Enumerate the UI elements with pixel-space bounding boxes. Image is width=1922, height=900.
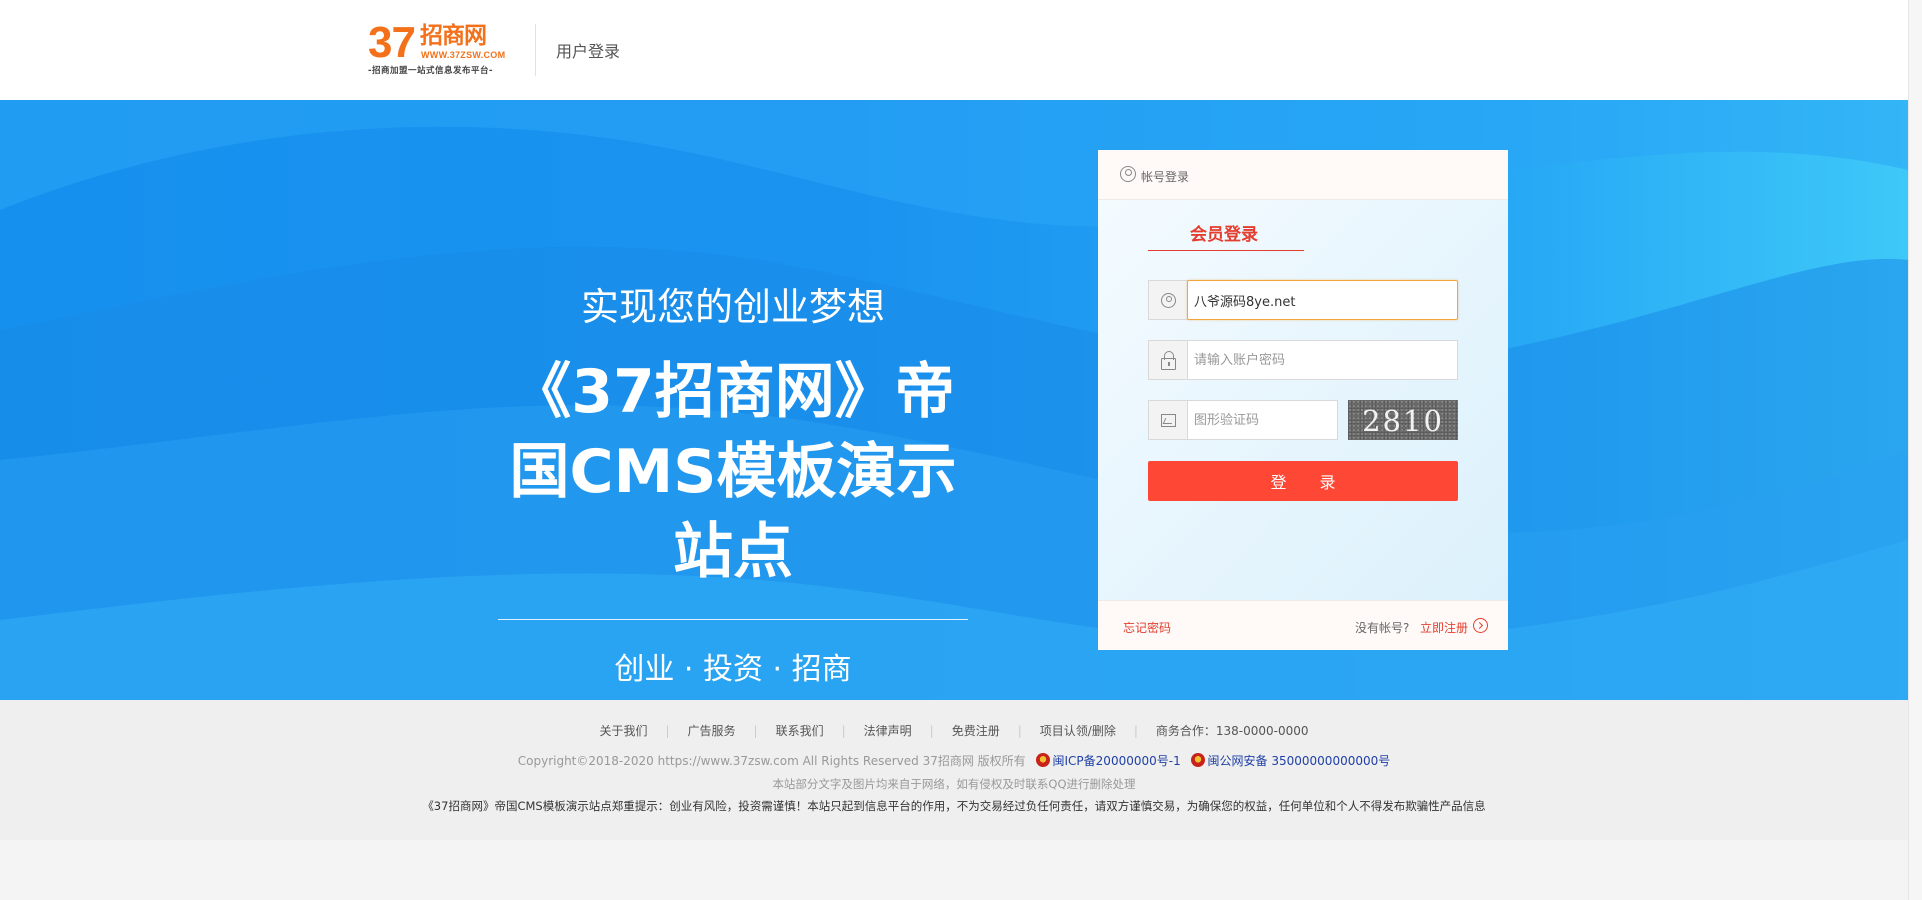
site-footer: 关于我们 | 广告服务 | 联系我们 | 法律声明 | 免费注册 | 项目认领/删除 | 商务合作：13… — [0, 700, 1908, 840]
user-circle-icon — [1120, 166, 1136, 182]
user-icon — [1161, 293, 1176, 308]
page-scrollbar[interactable] — [1908, 0, 1922, 900]
forgot-password-link[interactable]: 忘记密码 — [1123, 619, 1171, 636]
logo-slogan: -招商加盟一站式信息发布平台- — [368, 66, 494, 76]
site-header: 37 招商网 WWW.37ZSW.COM -招商加盟一站式信息发布平台- 用户登… — [0, 0, 1908, 100]
login-tab-bar: 帐号登录 — [1098, 150, 1508, 200]
copyright-line: Copyright©2018-2020 https://www.37zsw.co… — [0, 752, 1908, 769]
password-field — [1148, 340, 1458, 380]
hero-banner: 实现您的创业梦想 《37招商网》帝国CMS模板演示站点 创业 · 投资 · 招商 — [0, 100, 1908, 700]
no-account-text: 没有帐号? — [1355, 621, 1410, 635]
arrow-right-circle-icon[interactable] — [1473, 618, 1488, 633]
footer-link-ads[interactable]: 广告服务 — [670, 722, 754, 739]
logo-number: 37 — [368, 18, 416, 67]
lock-icon — [1161, 351, 1176, 370]
footer-disclaimer: 本站部分文字及图片均来自于网络，如有侵权及时联系QQ进行删除处理 — [772, 777, 1136, 791]
logo-name: 招商网 — [420, 23, 487, 49]
tab-account-login[interactable]: 帐号登录 — [1141, 168, 1189, 185]
footer-link-register[interactable]: 免费注册 — [934, 722, 1018, 739]
login-panel: 帐号登录 会员登录 2810 登 录 忘记密码 没有帐号? 立即注册 — [1098, 150, 1508, 650]
site-logo[interactable]: 37 招商网 WWW.37ZSW.COM -招商加盟一站式信息发布平台- — [368, 20, 510, 78]
member-title-underline — [1148, 250, 1304, 251]
login-form: 会员登录 2810 登 录 — [1098, 200, 1508, 600]
banner-divider — [498, 619, 968, 620]
footer-link-claim[interactable]: 项目认领/删除 — [1022, 722, 1134, 739]
login-footer: 忘记密码 没有帐号? 立即注册 — [1098, 600, 1508, 650]
username-input[interactable] — [1187, 280, 1458, 320]
username-field — [1148, 280, 1458, 320]
footer-business-contact: 商务合作：138-0000-0000 — [1155, 724, 1309, 738]
captcha-icon-box — [1148, 400, 1188, 440]
police-record-link[interactable]: 闽公网安备 35000000000000号 — [1208, 754, 1391, 768]
member-login-title: 会员登录 — [1190, 225, 1258, 245]
icp-link[interactable]: 闽ICP备20000000号-1 — [1053, 754, 1181, 768]
police-badge-icon — [1035, 753, 1050, 767]
username-icon-box — [1148, 280, 1188, 320]
footer-link-legal[interactable]: 法律声明 — [846, 722, 930, 739]
copyright-text: Copyright©2018-2020 https://www.37zsw.co… — [517, 754, 1026, 768]
footer-notice: 《37招商网》帝国CMS模板演示站点郑重提示：创业有风险，投资需谨慎！本站只起到… — [422, 799, 1486, 813]
captcha-input[interactable] — [1187, 400, 1338, 440]
header-divider — [535, 24, 536, 76]
captcha-code: 2810 — [1362, 404, 1444, 438]
footer-link-about[interactable]: 关于我们 — [581, 722, 665, 739]
captcha-field — [1148, 400, 1338, 440]
register-link[interactable]: 立即注册 — [1420, 619, 1468, 636]
footer-nav: 关于我们 | 广告服务 | 联系我们 | 法律声明 | 免费注册 | 项目认领/删除 | 商务合作：13… — [0, 722, 1908, 739]
captcha-image[interactable]: 2810 — [1348, 400, 1458, 440]
banner-slogan-top: 实现您的创业梦想 — [580, 285, 885, 329]
police-badge-icon — [1190, 753, 1205, 767]
image-icon — [1161, 414, 1176, 427]
login-button[interactable]: 登 录 — [1148, 461, 1458, 501]
password-input[interactable] — [1187, 340, 1458, 380]
logo-url: WWW.37ZSW.COM — [421, 50, 506, 60]
footer-link-contact[interactable]: 联系我们 — [758, 722, 842, 739]
banner-headline: 《37招商网》帝国CMS模板演示站点 — [509, 357, 957, 587]
password-icon-box — [1148, 340, 1188, 380]
banner-slogan-bottom: 创业 · 投资 · 招商 — [614, 652, 852, 687]
page-title: 用户登录 — [556, 42, 621, 61]
